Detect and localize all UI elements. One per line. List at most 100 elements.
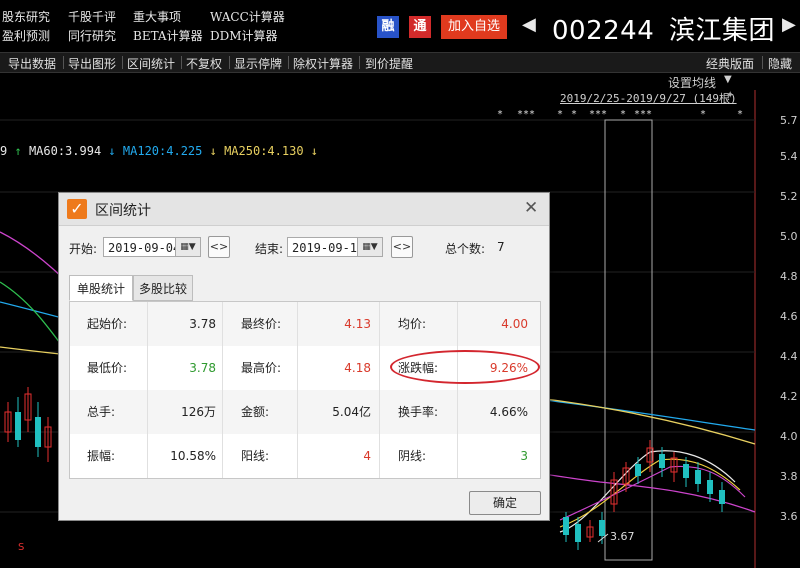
toolbar-range-stats[interactable]: 区间统计 <box>127 55 175 72</box>
ma-settings-link[interactable]: 设置均线 <box>668 74 716 91</box>
y-tick: 4.2 <box>780 390 798 403</box>
svg-text:*: * <box>497 109 503 120</box>
toolbar-export-image[interactable]: 导出图形 <box>68 55 116 72</box>
link-stock-review[interactable]: 千股千评 <box>68 8 116 25</box>
margin-trading-button[interactable]: 融 <box>377 16 399 38</box>
stat-label: 换手率: <box>380 390 458 434</box>
ma250-value: MA250:4.130 <box>224 144 304 158</box>
toolbar-divider <box>762 56 763 69</box>
link-beta-calc[interactable]: BETA计算器 <box>133 27 203 44</box>
end-label: 结束: <box>255 242 284 256</box>
stat-label: 振幅: <box>70 434 148 478</box>
stat-value: 4.13 <box>298 302 380 346</box>
ma-legend: 9 ↑ MA60:3.994 ↓ MA120:4.225 ↓ MA250:4.1… <box>0 144 319 158</box>
link-shareholder-research[interactable]: 股东研究 <box>2 8 50 25</box>
stat-label: 最高价: <box>223 346 298 390</box>
range-label: 2019/2/25-2019/9/27 (149根) <box>560 92 737 105</box>
toolbar-hide[interactable]: 隐藏 <box>768 55 792 72</box>
check-icon: ✓ <box>67 199 87 219</box>
y-tick: 3.6 <box>780 510 798 523</box>
stats-table: 起始价: 3.78 最终价: 4.13 均价: 4.00 最低价: 3.78 最… <box>69 301 541 479</box>
toolbar-export-data[interactable]: 导出数据 <box>8 55 56 72</box>
ma-prefix: 9 <box>0 144 8 158</box>
close-icon[interactable]: ✕ <box>524 198 538 218</box>
link-major-events[interactable]: 重大事项 <box>133 8 181 25</box>
tab-single-stock[interactable]: 单股统计 <box>69 275 133 301</box>
svg-text:***: *** <box>589 109 607 120</box>
stat-label: 最低价: <box>70 346 148 390</box>
link-ddm-calc[interactable]: DDM计算器 <box>210 27 278 44</box>
start-date-stepper[interactable]: <> <box>208 236 230 258</box>
y-tick: 5.7 <box>780 114 798 127</box>
tab-multi-stock[interactable]: 多股比较 <box>133 275 193 301</box>
toolbar-divider <box>359 56 360 69</box>
highlight-ellipse <box>390 350 540 384</box>
prev-stock-icon[interactable]: ◀ <box>522 14 536 35</box>
ma120-value: MA120:4.225 <box>122 144 203 158</box>
y-tick: 3.8 <box>780 470 798 483</box>
stat-label: 均价: <box>380 302 458 346</box>
toolbar-divider <box>288 56 289 69</box>
stat-value: 4.66% <box>489 405 528 419</box>
stat-value: 3.78 <box>148 302 223 346</box>
stat-value: 4 <box>298 434 380 478</box>
stat-value: 3 <box>520 449 528 463</box>
stat-label: 总手: <box>70 390 148 434</box>
range-stats-dialog: ✓ 区间统计 ✕ 开始: 2019-09-04 ▦▼ <> 结束: 2019-0… <box>58 192 550 521</box>
table-row: 总手: 126万 金额: 5.04亿 换手率: 4.66% <box>70 390 540 434</box>
stat-value: 3.78 <box>148 346 223 390</box>
next-stock-icon[interactable]: ▶ <box>782 14 796 35</box>
stat-label: 起始价: <box>70 302 148 346</box>
table-row: 振幅: 10.58% 阳线: 4 阴线: 3 <box>70 434 540 478</box>
toolbar-no-adjust[interactable]: 不复权 <box>186 55 222 72</box>
end-date-stepper[interactable]: <> <box>391 236 413 258</box>
stat-value: 4.00 <box>501 317 528 331</box>
link-profit-forecast[interactable]: 盈利预测 <box>2 27 50 44</box>
svg-text:*: * <box>700 109 706 120</box>
svg-text:*: * <box>620 109 626 120</box>
toolbar-show-suspension[interactable]: 显示停牌 <box>234 55 282 72</box>
count-label: 总个数: <box>445 242 486 256</box>
stat-value: 126万 <box>148 390 223 434</box>
stat-label: 最终价: <box>223 302 298 346</box>
ma60-value: MA60:3.994 <box>28 144 102 158</box>
end-date-picker[interactable]: ▦▼ <box>357 237 383 257</box>
svg-text:*: * <box>557 109 563 120</box>
stock-title: 002244 滨江集团 <box>552 10 775 47</box>
start-date-picker[interactable]: ▦▼ <box>175 237 201 257</box>
stat-label: 阳线: <box>223 434 298 478</box>
stat-value: 5.04亿 <box>298 390 380 434</box>
start-label: 开始: <box>69 242 98 256</box>
chevron-down-icon[interactable]: ▼ <box>724 74 732 85</box>
low-price-label: 3.67 <box>610 530 635 543</box>
stat-label: 阴线: <box>380 434 458 478</box>
toolbar-price-alert[interactable]: 到价提醒 <box>365 55 413 72</box>
y-tick: 5.4 <box>780 150 798 163</box>
link-peer-research[interactable]: 同行研究 <box>68 27 116 44</box>
dialog-title: 区间统计 <box>95 203 151 219</box>
svg-text:*: * <box>737 109 743 120</box>
y-tick: 5.0 <box>780 230 798 243</box>
y-tick: 4.6 <box>780 310 798 323</box>
add-to-watchlist-button[interactable]: 加入自选 <box>441 15 507 39</box>
ok-button[interactable]: 确定 <box>469 491 541 515</box>
y-tick: 4.8 <box>780 270 798 283</box>
y-tick: 4.0 <box>780 430 798 443</box>
stat-label: 金额: <box>223 390 298 434</box>
stat-value: 4.18 <box>298 346 380 390</box>
pin-icon[interactable]: ✦ <box>726 90 734 101</box>
y-tick: 4.4 <box>780 350 798 363</box>
stat-value: 10.58% <box>148 434 223 478</box>
toolbar-divider <box>122 56 123 69</box>
dialog-titlebar[interactable]: ✓ 区间统计 ✕ <box>59 193 549 226</box>
link-wacc-calc[interactable]: WACC计算器 <box>210 8 285 25</box>
toolbar-classic-layout[interactable]: 经典版面 <box>706 55 754 72</box>
stock-connect-button[interactable]: 通 <box>409 16 431 38</box>
stock-name: 滨江集团 <box>669 16 776 46</box>
chart-toolbar: 导出数据 导出图形 区间统计 不复权 显示停牌 除权计算器 到价提醒 经典版面 … <box>0 52 800 73</box>
svg-text:S: S <box>18 542 24 553</box>
svg-text:***: *** <box>634 109 652 120</box>
toolbar-ex-rights-calc[interactable]: 除权计算器 <box>293 55 353 72</box>
top-header: 股东研究 千股千评 重大事项 WACC计算器 盈利预测 同行研究 BETA计算器… <box>0 0 800 50</box>
toolbar-divider <box>229 56 230 69</box>
